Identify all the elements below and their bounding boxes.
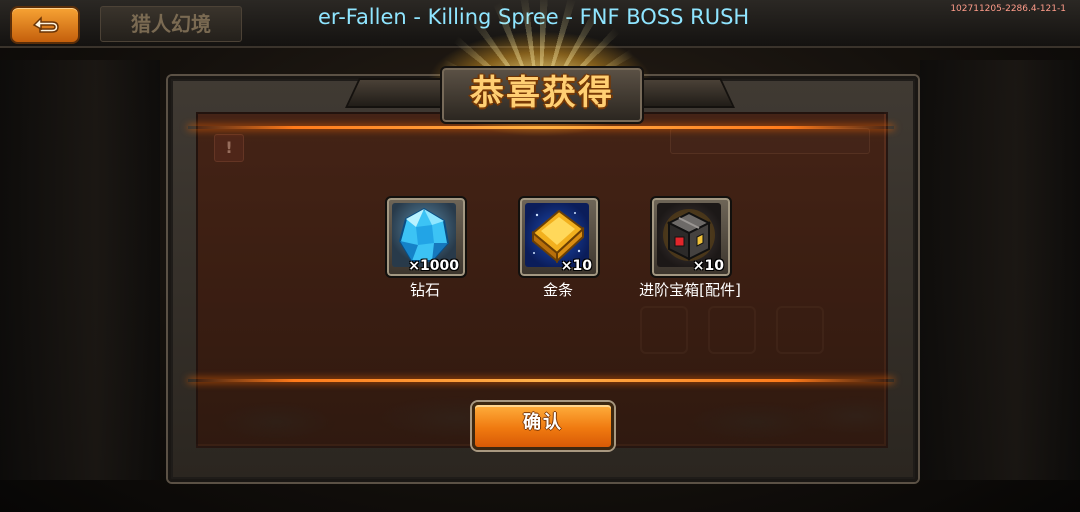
- reward-frame: ×10: [650, 196, 732, 278]
- dialog-title: 恭喜获得: [470, 73, 614, 113]
- back-arrow-icon: [32, 16, 59, 33]
- reward-item-treasure-box[interactable]: ×10 进阶宝箱[配件]: [625, 196, 755, 306]
- glow-divider-bottom: [188, 379, 894, 382]
- reward-list: ×1000 钻石 ×10 金条 ×10 进阶宝箱[配件]: [360, 196, 741, 306]
- back-button[interactable]: [10, 6, 80, 44]
- background-left-pillar: [0, 60, 160, 480]
- confirm-button[interactable]: 确认: [472, 402, 614, 450]
- background-right-pillar: [920, 60, 1080, 480]
- reward-frame: ×1000: [385, 196, 467, 278]
- reward-count: ×1000: [408, 258, 459, 274]
- reward-count: ×10: [560, 258, 592, 274]
- reward-item-diamond[interactable]: ×1000 钻石: [360, 196, 490, 306]
- dialog-title-banner: 恭喜获得: [345, 64, 735, 124]
- reward-count: ×10: [692, 258, 724, 274]
- reward-frame: ×10: [518, 196, 600, 278]
- build-info: 102711205-2286.4-121-1: [950, 4, 1066, 14]
- reward-item-gold-bar[interactable]: ×10 金条: [493, 196, 623, 306]
- page-title: 猎人幻境: [100, 6, 242, 42]
- reward-name: 进阶宝箱[配件]: [639, 281, 741, 299]
